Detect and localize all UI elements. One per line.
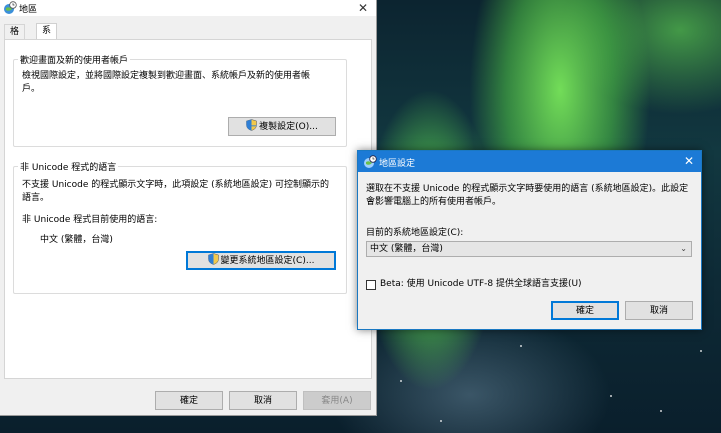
globe-clock-icon <box>364 155 377 168</box>
unicode-group: 非 Unicode 程式的語言 不支援 Unicode 的程式顯示文字時，此項設… <box>13 160 347 294</box>
region-settings-dialog: 地區設定 ✕ 選取在不支援 Unicode 的程式顯示文字時要使用的語言 (系統… <box>357 150 702 330</box>
globe-clock-icon <box>4 1 17 14</box>
welcome-group: 歡迎畫面及新的使用者帳戶 檢視國際設定，並將國際設定複製到歡迎畫面、系統帳戶及新… <box>13 53 347 147</box>
welcome-desc-line1: 檢視國際設定，並將國際設定複製到歡迎畫面、系統帳戶及新的使用者帳 <box>22 71 311 81</box>
tab-formats[interactable]: 格式 <box>4 24 26 52</box>
dialog-cancel-button[interactable]: 取消 <box>625 301 693 320</box>
dialog-close-button[interactable]: ✕ <box>684 151 694 172</box>
window-title: 地區 <box>19 5 38 15</box>
uac-shield-icon <box>207 253 219 265</box>
unicode-desc-line1: 不支援 Unicode 的程式顯示文字時，此項設定 (系統地區設定) 可控制顯示… <box>22 180 329 190</box>
apply-button[interactable]: 套用(A) <box>303 391 371 410</box>
system-locale-value: 中文 (繁體，台灣) <box>370 244 443 254</box>
tab-page-administrative: 歡迎畫面及新的使用者帳戶 檢視國際設定，並將國際設定複製到歡迎畫面、系統帳戶及新… <box>4 39 372 379</box>
current-language-label: 非 Unicode 程式目前使用的語言: <box>22 215 158 225</box>
locale-label: 目前的系統地區設定(C): <box>366 228 464 238</box>
uac-shield-icon <box>246 119 257 131</box>
copy-settings-label: 複製設定(O)... <box>259 122 318 132</box>
unicode-desc-line2: 語言。 <box>22 193 50 203</box>
dialog-desc-line2: 會影響電腦上的所有使用者帳戶。 <box>366 197 502 207</box>
dialog-desc-line1: 選取在不支援 Unicode 的程式顯示文字時要使用的語言 (系統地區設定)。此… <box>366 184 689 194</box>
change-system-locale-button[interactable]: 變更系統地區設定(C)... <box>186 251 336 270</box>
dialog-title-bar: 地區設定 ✕ <box>358 151 701 172</box>
beta-utf8-checkbox[interactable] <box>366 280 376 290</box>
close-button[interactable]: ✕ <box>358 0 368 16</box>
ok-button[interactable]: 確定 <box>155 391 223 410</box>
region-window: 地區 ✕ 格式 系統管理 歡迎畫面及新的使用者帳戶 檢視國際設定，並將國際設定複… <box>0 0 377 416</box>
beta-utf8-label[interactable]: Beta: 使用 Unicode UTF-8 提供全球語言支援(U) <box>380 278 582 291</box>
chevron-down-icon: ⌄ <box>680 244 687 253</box>
welcome-desc-line2: 戶。 <box>22 84 41 94</box>
unicode-group-title: 非 Unicode 程式的語言 <box>18 160 119 173</box>
copy-settings-button[interactable]: 複製設定(O)... <box>228 117 336 136</box>
dialog-ok-button[interactable]: 確定 <box>551 301 619 320</box>
dialog-title: 地區設定 <box>379 159 416 169</box>
cancel-button[interactable]: 取消 <box>229 391 297 410</box>
welcome-group-title: 歡迎畫面及新的使用者帳戶 <box>18 53 131 66</box>
change-system-locale-label: 變更系統地區設定(C)... <box>220 256 315 266</box>
title-bar: 地區 ✕ <box>0 0 376 16</box>
tab-administrative[interactable]: 系統管理 <box>36 23 58 81</box>
system-locale-select[interactable]: 中文 (繁體，台灣) ⌄ <box>366 241 692 257</box>
current-language-value: 中文 (繁體，台灣) <box>40 235 113 245</box>
